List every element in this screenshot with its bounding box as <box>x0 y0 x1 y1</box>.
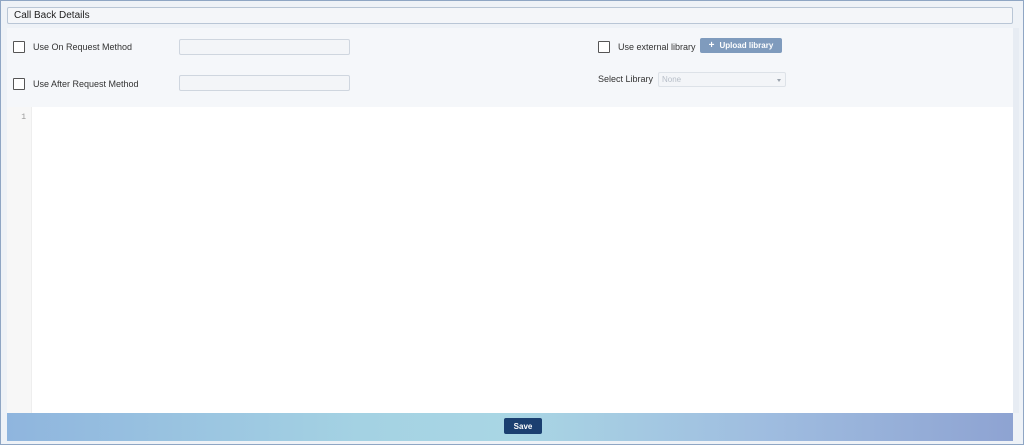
plus-icon: + <box>708 39 715 51</box>
save-button[interactable]: Save <box>504 418 542 434</box>
external-library-row: Use external library <box>598 41 696 53</box>
callback-details-window: Call Back Details Use On Request Method … <box>0 0 1024 445</box>
on-request-row: Use On Request Method <box>13 41 132 53</box>
select-library-value: None <box>662 75 682 84</box>
section-title: Call Back Details <box>14 10 90 21</box>
after-request-input[interactable] <box>179 75 350 91</box>
chevron-down-icon <box>777 79 781 82</box>
line-number: 1 <box>21 113 26 122</box>
section-header: Call Back Details <box>7 7 1013 24</box>
on-request-label: Use On Request Method <box>33 42 133 52</box>
external-library-checkbox[interactable] <box>598 41 610 53</box>
on-request-input[interactable] <box>179 39 350 55</box>
after-request-row: Use After Request Method <box>13 78 139 90</box>
select-library-dropdown[interactable]: None <box>658 72 786 87</box>
external-library-label: Use external library <box>618 42 696 52</box>
editor-gutter: 1 <box>7 107 32 413</box>
after-request-label: Use After Request Method <box>33 79 139 89</box>
on-request-checkbox[interactable] <box>13 41 25 53</box>
select-library-label: Select Library <box>598 74 654 84</box>
after-request-checkbox[interactable] <box>13 78 25 90</box>
upload-library-label: Upload library <box>719 41 774 50</box>
panel-edge <box>1013 28 1019 413</box>
footer-bar: Save <box>7 413 1013 441</box>
code-editor[interactable]: 1 <box>7 107 1013 413</box>
upload-library-button[interactable]: + Upload library <box>700 38 782 53</box>
